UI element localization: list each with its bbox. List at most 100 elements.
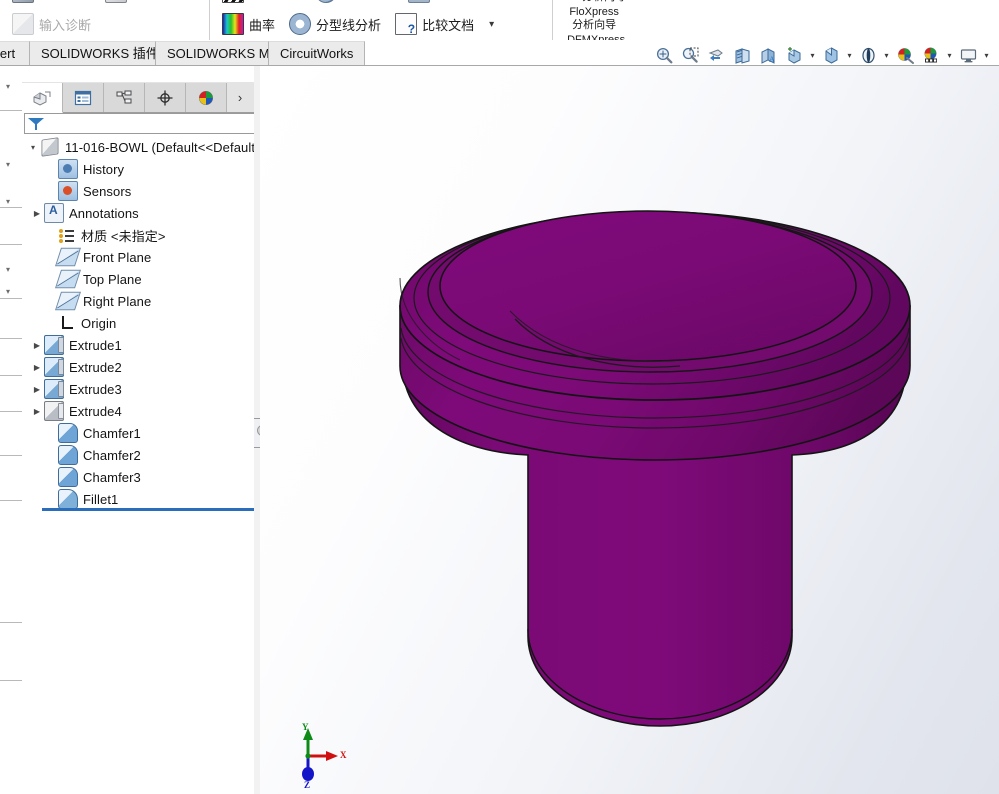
view-settings-icon[interactable] xyxy=(919,44,943,66)
display-monitor-icon[interactable] xyxy=(956,44,980,66)
ribbon-group-xpress-wizards: SimulationXpress 分析向导 FloXpress 分析向导 DFM… xyxy=(552,0,667,40)
floxpress-wizard-button[interactable]: FloXpress 分析向导 xyxy=(558,4,630,32)
solidworks-window: 性能评估 几何体分析 输入诊断 xyxy=(0,0,999,794)
triad-z-label: Z xyxy=(304,780,310,790)
chamfer2-label: Chamfer2 xyxy=(83,448,141,463)
hide-show-items-icon[interactable] xyxy=(819,44,843,66)
zoom-to-area-icon[interactable] xyxy=(678,44,702,66)
rollback-bar[interactable] xyxy=(42,508,258,511)
display-style-caret[interactable]: ▾ xyxy=(808,44,817,66)
tree-item-chamfer2[interactable]: Chamfer2 xyxy=(22,444,258,466)
extrude3-twisty[interactable]: ▶ xyxy=(30,378,44,400)
geometry-analysis-button[interactable]: 几何体分析 xyxy=(100,0,202,4)
curvature-label: 曲率 xyxy=(249,15,275,34)
view-settings-caret[interactable]: ▾ xyxy=(945,44,954,66)
extrude1-label: Extrude1 xyxy=(69,338,122,353)
sensors-folder-icon xyxy=(58,181,78,201)
draft-analysis-button[interactable]: 拔模分析 xyxy=(310,0,399,4)
annotations-icon xyxy=(44,203,64,223)
extrude1-twisty[interactable]: ▶ xyxy=(30,334,44,356)
zebra-stripes-button[interactable]: 斑马条纹 xyxy=(217,0,306,4)
thickness-analysis-label: 厚度分析 xyxy=(435,0,487,2)
import-diagnostics-button: 输入诊断 xyxy=(7,12,96,36)
parting-line-icon xyxy=(289,13,311,35)
edit-appearance-caret[interactable]: ▾ xyxy=(882,44,891,66)
tree-item-extrude1[interactable]: ▶ Extrude1 xyxy=(22,334,258,356)
chamfer3-label: Chamfer3 xyxy=(83,470,141,485)
section-view-icon[interactable] xyxy=(730,44,754,66)
svg-text:A: A xyxy=(769,55,775,64)
previous-view-icon[interactable] xyxy=(704,44,728,66)
dimxpert-manager-tab[interactable] xyxy=(145,83,186,112)
tab-solidworks-addins[interactable]: SOLIDWORKS 插件 xyxy=(29,41,171,65)
tree-item-material[interactable]: 材质 <未指定> xyxy=(22,224,258,246)
compare-documents-label: 比较文档 xyxy=(422,15,474,34)
feature-tree-filter-input[interactable] xyxy=(24,113,256,134)
draft-analysis-icon xyxy=(315,0,337,3)
property-manager-tab[interactable] xyxy=(63,83,104,112)
tree-item-history[interactable]: History xyxy=(22,158,258,180)
tree-item-annotations[interactable]: ▶ Annotations xyxy=(22,202,258,224)
tree-item-extrude2[interactable]: ▶ Extrude2 xyxy=(22,356,258,378)
root-twisty[interactable]: ▾ xyxy=(26,136,40,158)
chamfer2-twisty xyxy=(44,444,58,466)
origin-icon xyxy=(58,314,76,332)
chamfer-icon xyxy=(58,445,78,465)
bowl-top-face xyxy=(440,211,856,361)
annotations-twisty[interactable]: ▶ xyxy=(30,202,44,224)
tree-item-extrude4[interactable]: ▶ Extrude4 xyxy=(22,400,258,422)
tree-item-top-plane[interactable]: Top Plane xyxy=(22,268,258,290)
extrude3-label: Extrude3 xyxy=(69,382,122,397)
apply-scene-icon[interactable] xyxy=(893,44,917,66)
ribbon-overflow-caret[interactable]: ▾ xyxy=(489,19,494,30)
configuration-manager-tab[interactable] xyxy=(104,83,145,112)
triad-y-label: Y xyxy=(302,722,309,732)
tree-item-right-plane[interactable]: Right Plane xyxy=(22,290,258,312)
extrude4-twisty[interactable]: ▶ xyxy=(30,400,44,422)
ribbon-row-2: 输入诊断 xyxy=(5,8,204,40)
import-diagnostics-label: 输入诊断 xyxy=(39,15,91,34)
edit-appearance-icon[interactable] xyxy=(856,44,880,66)
history-label: History xyxy=(83,162,124,177)
compare-documents-button[interactable]: 比较文档 xyxy=(390,12,479,36)
hide-show-items-caret[interactable]: ▾ xyxy=(845,44,854,66)
tree-item-chamfer3[interactable]: Chamfer3 xyxy=(22,466,258,488)
zoom-to-fit-icon[interactable] xyxy=(652,44,676,66)
floxpress-line1: FloXpress xyxy=(558,6,630,19)
display-style-icon[interactable] xyxy=(782,44,806,66)
view-orientation-icon[interactable]: A xyxy=(756,44,780,66)
import-diagnostics-icon xyxy=(12,13,34,35)
extrude-boss-icon xyxy=(44,357,64,377)
extrude2-twisty[interactable]: ▶ xyxy=(30,356,44,378)
ribbon-row-3: 斑马条纹 拔模分析 厚度分析 的文档 xyxy=(215,0,547,8)
extrude-boss-icon xyxy=(44,335,64,355)
geometry-analysis-label: 几何体分析 xyxy=(132,0,197,2)
extrude4-label: Extrude4 xyxy=(69,404,122,419)
sensors-label: Sensors xyxy=(83,184,131,199)
document-button[interactable]: 的文档 xyxy=(496,0,545,3)
tree-item-fillet1[interactable]: Fillet1 xyxy=(22,488,258,510)
feature-tree-tab[interactable] xyxy=(22,83,63,113)
curvature-button[interactable]: 曲率 xyxy=(217,12,280,36)
ribbon-group-analysis-1: 性能评估 几何体分析 输入诊断 xyxy=(0,0,209,40)
ghost-caret-1: ▾ xyxy=(6,82,15,91)
tree-item-chamfer1[interactable]: Chamfer1 xyxy=(22,422,258,444)
tree-item-front-plane[interactable]: Front Plane xyxy=(22,246,258,268)
origin-label: Origin xyxy=(81,316,116,331)
3d-model-bowl[interactable] xyxy=(260,66,999,794)
tree-item-sensors[interactable]: Sensors xyxy=(22,180,258,202)
history-twisty xyxy=(44,158,58,180)
tab-circuitworks[interactable]: CircuitWorks xyxy=(268,41,365,65)
tree-root-part[interactable]: ▾ 11-016-BOWL (Default<<Default>_D xyxy=(22,136,258,158)
tree-item-extrude3[interactable]: ▶ Extrude3 xyxy=(22,378,258,400)
tree-item-origin[interactable]: Origin xyxy=(22,312,258,334)
parting-line-analysis-button[interactable]: 分型线分析 xyxy=(284,12,386,36)
ghost-caret-3: ▾ xyxy=(6,197,15,206)
graphics-area[interactable]: Y X Z xyxy=(260,66,999,794)
feature-manager-more-tabs[interactable]: › xyxy=(227,83,253,112)
dfmxpress-wizard-button[interactable]: DFMXpress 分析向导 xyxy=(558,32,634,40)
performance-evaluation-button[interactable]: 性能评估 xyxy=(7,0,96,4)
thickness-analysis-button[interactable]: 厚度分析 xyxy=(403,0,492,4)
display-monitor-caret[interactable]: ▾ xyxy=(982,44,991,66)
display-manager-tab[interactable] xyxy=(186,83,227,112)
